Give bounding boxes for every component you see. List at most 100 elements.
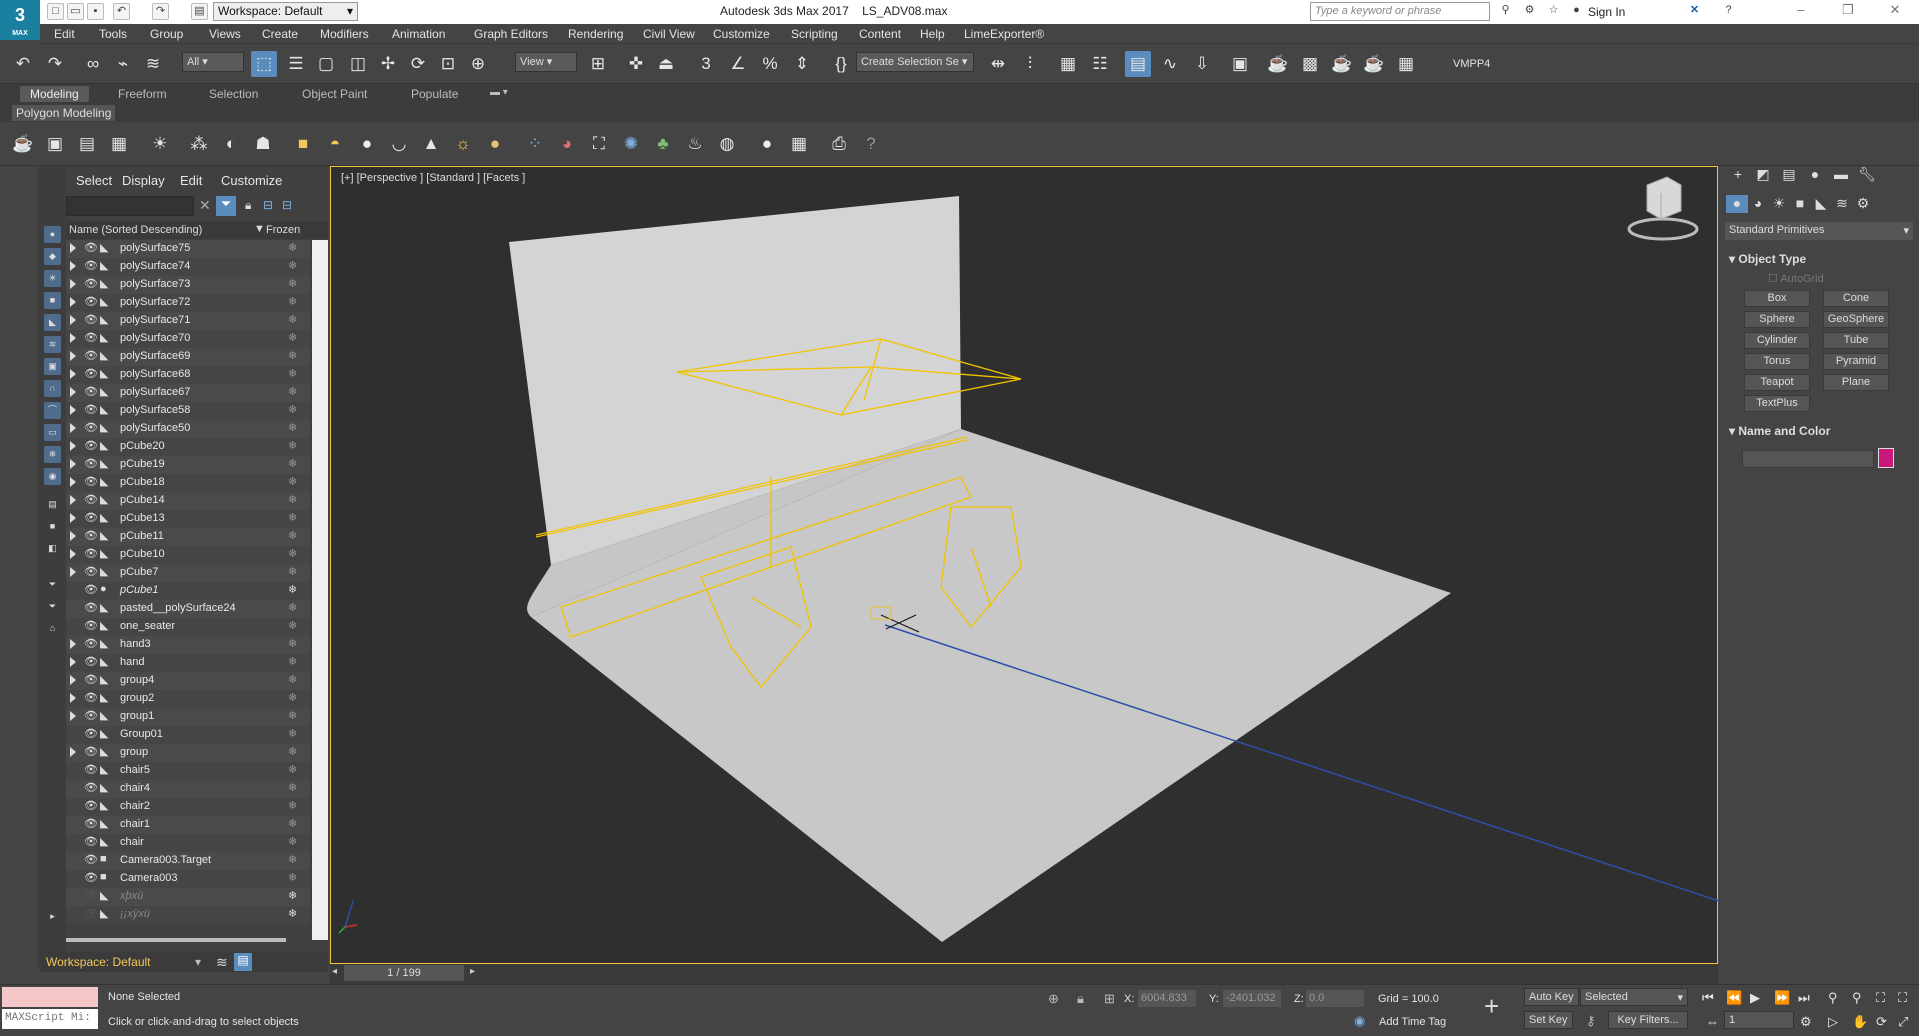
visibility-eye-icon[interactable]: 👁︎ (84, 439, 98, 452)
visibility-eye-icon[interactable]: 👁︎ (84, 331, 98, 344)
isolate-icon[interactable]: ⊕ (1048, 991, 1059, 1007)
go-to-end-icon[interactable]: ⏭ (1798, 990, 1810, 1006)
render-frame-icon[interactable]: ▣ (42, 131, 68, 157)
select-move-icon[interactable]: ✢ (375, 51, 401, 77)
auto-key-button[interactable]: Auto Key (1524, 988, 1579, 1006)
cameras-icon[interactable]: ■ (1789, 195, 1811, 213)
object-name-field[interactable] (1742, 450, 1874, 468)
layers-icon[interactable]: ≋ (216, 954, 228, 971)
pivot-center-icon[interactable]: ⊞ (585, 51, 611, 77)
lights-icon[interactable]: ☀ (1768, 195, 1790, 213)
scene-object-row[interactable]: 👁︎ ◣ xþxü ❄ (66, 888, 310, 906)
expand-arrow-icon[interactable] (70, 441, 76, 451)
display-all-icon[interactable]: ▤ (44, 496, 61, 513)
display-xrefs-icon[interactable]: ∩ (44, 380, 61, 397)
key-filters-button[interactable]: Key Filters... (1608, 1011, 1688, 1029)
freeze-toggle-icon[interactable]: ❄ (288, 403, 297, 416)
save-icon[interactable]: ▪ (87, 3, 104, 20)
tab-customize[interactable]: Customize (221, 173, 282, 188)
cylinder-button[interactable]: Cylinder (1744, 332, 1810, 349)
freeze-toggle-icon[interactable]: ❄ (288, 817, 297, 830)
menu-animation[interactable]: Animation (392, 27, 445, 41)
freeze-toggle-icon[interactable]: ❄ (288, 493, 297, 506)
set-key-big-icon[interactable]: + (1484, 991, 1499, 1022)
freeze-toggle-icon[interactable]: ❄ (288, 349, 297, 362)
menu-civil-view[interactable]: Civil View (643, 27, 695, 41)
pyramid-button[interactable]: Pyramid (1823, 353, 1889, 370)
scene-object-row[interactable]: 👁︎ ◣ hand3 ❄ (66, 636, 310, 654)
scene-object-row[interactable]: 👁︎ ◣ one_seater ❄ (66, 618, 310, 636)
textplus-button[interactable]: TextPlus (1744, 395, 1810, 412)
window-crossing-icon[interactable]: ◫ (345, 51, 371, 77)
horizontal-scrollbar[interactable] (66, 938, 286, 942)
freeze-toggle-icon[interactable]: ❄ (288, 259, 297, 272)
scene-search-input[interactable] (66, 196, 194, 216)
visibility-eye-icon[interactable]: 👁︎ (84, 745, 98, 758)
menu-rendering[interactable]: Rendering (568, 27, 623, 41)
exchange-icon[interactable]: ✕ (1686, 3, 1703, 20)
time-tag-icon[interactable]: ◉ (1354, 1013, 1365, 1029)
teapot-button[interactable]: Teapot (1744, 374, 1810, 391)
visibility-eye-icon[interactable]: 👁︎ (84, 637, 98, 650)
expand-arrow-icon[interactable] (70, 243, 76, 253)
name-column-header[interactable]: Name (Sorted Descending) (69, 224, 202, 236)
freeze-toggle-icon[interactable]: ❄ (288, 331, 297, 344)
visibility-eye-icon[interactable]: 👁︎ (84, 601, 98, 614)
freeze-toggle-icon[interactable]: ❄ (288, 709, 297, 722)
freeze-toggle-icon[interactable]: ❄ (288, 385, 297, 398)
expand-arrow-icon[interactable] (70, 567, 76, 577)
visibility-eye-icon[interactable]: 👁︎ (84, 259, 98, 272)
hierarchy-icon[interactable]: ⊟ (263, 198, 273, 212)
freeze-toggle-icon[interactable]: ❄ (288, 799, 297, 812)
workspace-selector[interactable]: Workspace: Default ▾ ≋ ▤ (40, 952, 328, 972)
freeze-toggle-icon[interactable]: ❄ (288, 673, 297, 686)
visibility-eye-icon[interactable]: 👁︎ (84, 871, 98, 884)
zoom-all-icon[interactable]: ⚲ (1852, 990, 1862, 1006)
visibility-eye-icon[interactable]: 👁︎ (84, 835, 98, 848)
export-icon[interactable]: ⎙ (826, 131, 852, 157)
hemisphere-icon[interactable]: ◓ (322, 131, 348, 157)
selection-set-dropdown[interactable]: Create Selection Se ▾ (856, 52, 974, 72)
primitive-category-dropdown[interactable]: Standard Primitives ▾ (1725, 222, 1913, 240)
next-frame-icon[interactable]: ⏩ (1774, 990, 1790, 1006)
maxscript-mini-listener[interactable]: MAXScript Mi: (2, 1009, 98, 1029)
expand-arrow-icon[interactable] (70, 657, 76, 667)
z-coordinate-field[interactable]: 0.0 (1306, 990, 1364, 1007)
scene-object-row[interactable]: 👁︎ ◣ pCube19 ❄ (66, 456, 310, 474)
scene-object-row[interactable]: 👁︎ ◣ chair5 ❄ (66, 762, 310, 780)
freeze-toggle-icon[interactable]: ❄ (288, 781, 297, 794)
scene-object-row[interactable]: 👁︎ ◣ chair4 ❄ (66, 780, 310, 798)
mass-fx-icon[interactable]: ◕ (554, 131, 580, 157)
tab-select[interactable]: Select (76, 173, 112, 188)
visibility-eye-icon[interactable]: 👁︎ (84, 475, 98, 488)
freeze-toggle-icon[interactable]: ❄ (288, 511, 297, 524)
menu-graph-editors[interactable]: Graph Editors (474, 27, 548, 41)
scene-object-row[interactable]: 👁︎ ◣ pCube18 ❄ (66, 474, 310, 492)
place-icon[interactable]: ⊕ (465, 51, 491, 77)
expand-arrow-icon[interactable] (70, 369, 76, 379)
go-to-start-icon[interactable]: ⏮ (1702, 990, 1714, 1006)
helpers-icon[interactable]: ◣ (1810, 195, 1832, 213)
expand-arrow-icon[interactable] (70, 423, 76, 433)
bowl-icon[interactable]: ◡ (386, 131, 412, 157)
lock-icon[interactable]: ⌂ (44, 620, 61, 637)
key-mode-toggle-icon[interactable]: ⇔ (1706, 1014, 1719, 1029)
display-cameras-icon[interactable]: ■ (44, 292, 61, 309)
next-frame-icon[interactable]: ▸ (470, 966, 475, 977)
keyboard-shortcut-icon[interactable]: ⏏ (653, 51, 679, 77)
scene-object-row[interactable]: 👁︎ ◣ polySurface74 ❄ (66, 258, 310, 276)
undo-icon[interactable]: ↶ (10, 51, 36, 77)
freeze-toggle-icon[interactable]: ❄ (288, 241, 297, 254)
visibility-eye-icon[interactable]: 👁︎ (84, 673, 98, 686)
open-file-icon[interactable]: ▭ (67, 3, 84, 20)
help-icon[interactable]: ? (1720, 3, 1737, 20)
scene-object-row[interactable]: 👁︎ ◣ polySurface73 ❄ (66, 276, 310, 294)
invert-icon[interactable]: ◧ (44, 540, 61, 557)
expand-arrow-icon[interactable] (70, 315, 76, 325)
key-mode-dropdown[interactable]: Selected ▾ (1580, 988, 1688, 1006)
expand-arrow-icon[interactable] (70, 297, 76, 307)
freeze-toggle-icon[interactable]: ❄ (288, 547, 297, 560)
expand-arrow-icon[interactable] (70, 333, 76, 343)
mirror-icon[interactable]: ⇹ (985, 51, 1011, 77)
display-panel-icon[interactable]: ▬ (1830, 166, 1852, 184)
